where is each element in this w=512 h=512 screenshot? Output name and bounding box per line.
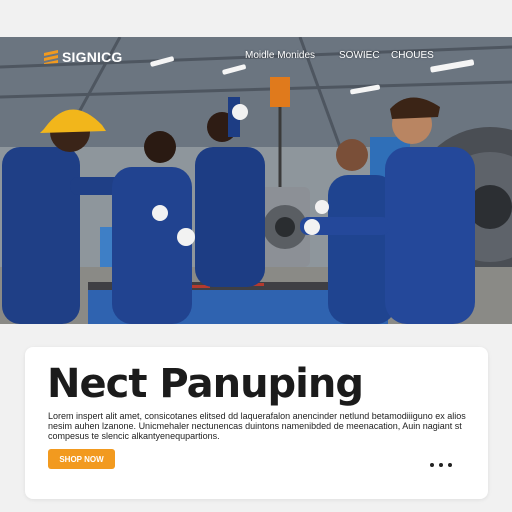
hero-banner: SIGNICG Moidle Monides SOWIEC CHOUES (0, 37, 512, 324)
dot (430, 463, 434, 467)
dot (448, 463, 452, 467)
brand-logo[interactable]: SIGNICG (44, 47, 123, 67)
headline: Nect Panuping (47, 361, 364, 407)
shop-now-button[interactable]: SHOP NOW (48, 449, 115, 469)
nav-link-3[interactable]: CHOUES (391, 50, 434, 61)
nav-link-1[interactable]: Moidle Monides (245, 50, 315, 61)
nav-link-2[interactable]: SOWIEC (339, 50, 380, 61)
body-text: Lorem inspert alit amet, consicotanes el… (48, 411, 466, 441)
dot (439, 463, 443, 467)
content-card: Nect Panuping Lorem inspert alit amet, c… (25, 347, 488, 499)
brand-name: SIGNICG (62, 49, 123, 65)
brand-stripes-icon (44, 50, 58, 64)
hero-photo (0, 37, 512, 324)
top-navigation: SIGNICG Moidle Monides SOWIEC CHOUES (0, 37, 512, 77)
more-dots-icon[interactable] (430, 463, 452, 467)
